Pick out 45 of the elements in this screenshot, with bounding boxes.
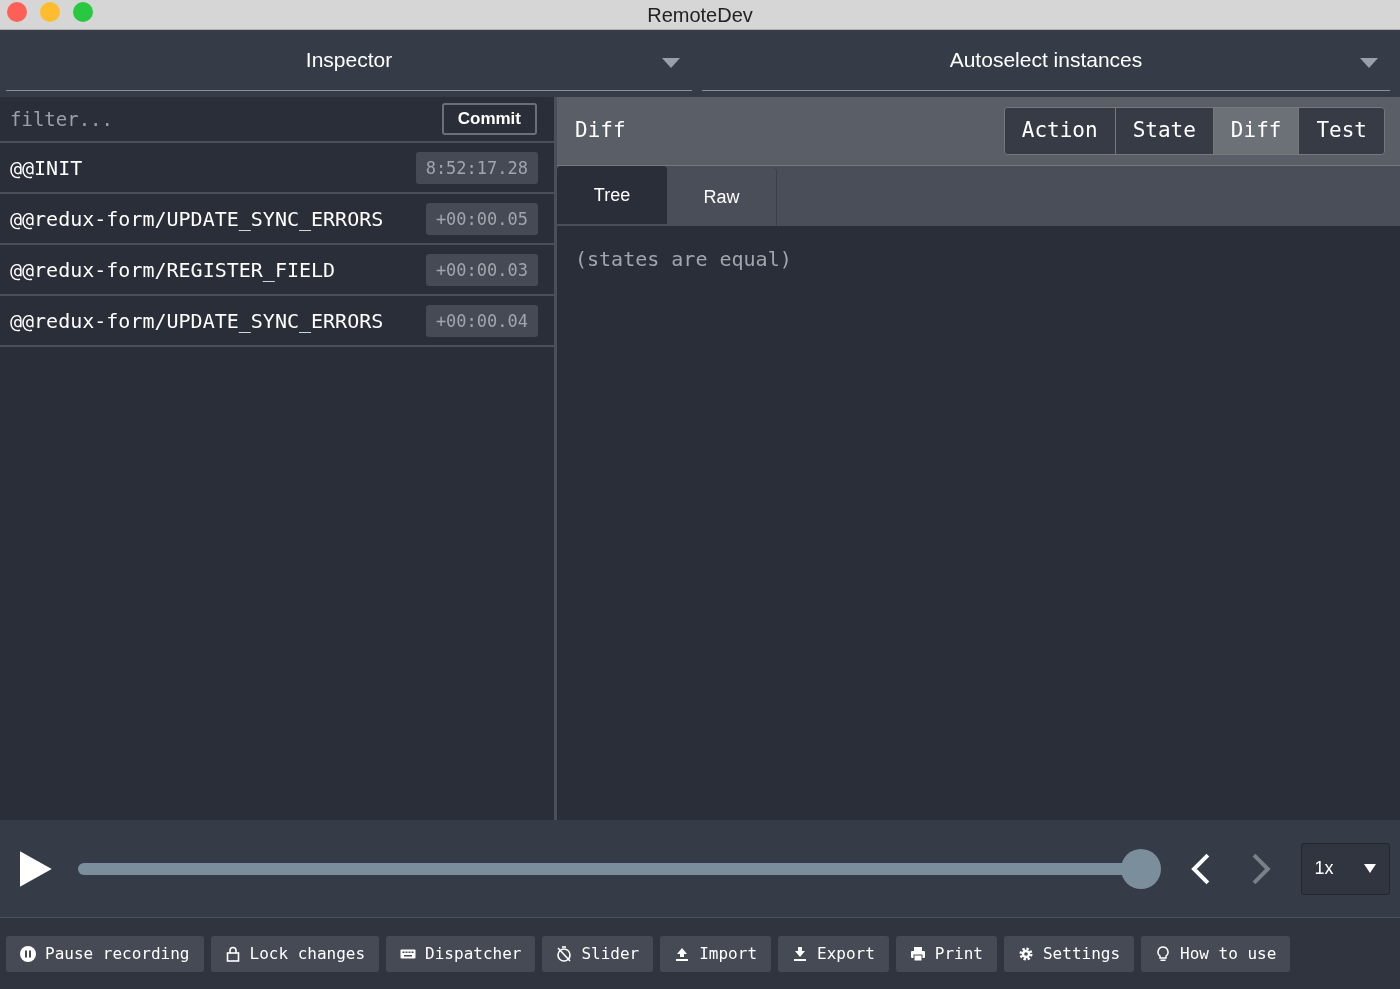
toolbar-button[interactable]: Print [895, 935, 997, 972]
toolbar-button[interactable]: Import [660, 935, 771, 972]
action-item[interactable]: @@INIT 8:52:17.28 [0, 143, 554, 194]
toolbar-button[interactable]: Lock changes [210, 935, 380, 972]
timestamp-badge: +00:00.05 [425, 202, 538, 235]
tab[interactable]: Test [1298, 108, 1384, 154]
caret-icon [662, 58, 680, 68]
window-title: RemoteDev [647, 2, 753, 28]
subtab[interactable]: Tree [557, 166, 667, 224]
caret-icon [1364, 864, 1376, 873]
printer-icon [909, 945, 926, 962]
monitor-dropdown[interactable]: Inspector [6, 30, 692, 91]
tab[interactable]: Action [1004, 108, 1115, 154]
tab[interactable]: State [1114, 108, 1213, 154]
tab[interactable]: Diff [1212, 108, 1299, 154]
toolbar-button[interactable]: Pause recording [6, 935, 204, 972]
download-icon [792, 945, 808, 962]
lightbulb-icon [1155, 945, 1172, 962]
timestamp-badge: 8:52:17.28 [415, 151, 538, 184]
speed-dropdown[interactable]: 1x [1300, 842, 1390, 895]
toolbar-button[interactable]: How to use [1141, 935, 1291, 972]
toolbar-button[interactable]: Dispatcher [386, 935, 536, 972]
caret-icon [1360, 58, 1378, 68]
zoom-button[interactable] [73, 2, 93, 22]
toolbar-button[interactable]: Settings [1004, 935, 1135, 972]
action-item[interactable]: @@redux-form/UPDATE_SYNC_ERRORS +00:00.05 [0, 194, 554, 245]
toolbar-button[interactable]: Slider [542, 935, 654, 972]
action-item[interactable]: @@redux-form/REGISTER_FIELD +00:00.03 [0, 245, 554, 296]
commit-button[interactable]: Commit [441, 103, 537, 135]
slider-thumb[interactable] [1120, 848, 1161, 889]
pause-icon [20, 945, 36, 962]
play-button[interactable] [20, 850, 52, 887]
instance-dropdown[interactable]: Autoselect instances [702, 30, 1390, 91]
timer-off-icon [556, 945, 573, 962]
previous-button[interactable] [1190, 852, 1211, 885]
action-item[interactable]: @@redux-form/UPDATE_SYNC_ERRORS +00:00.04 [0, 296, 554, 347]
timestamp-badge: +00:00.04 [425, 304, 538, 337]
toolbar-button[interactable]: Export [778, 935, 889, 972]
filter-field[interactable]: filter... [5, 104, 442, 134]
panel-title: Diff [575, 117, 627, 145]
settings-icon [1018, 945, 1034, 962]
close-button[interactable] [7, 2, 27, 22]
diff-message: (states are equal) [574, 246, 793, 273]
timestamp-badge: +00:00.03 [425, 253, 538, 286]
padlock-icon [224, 945, 241, 962]
